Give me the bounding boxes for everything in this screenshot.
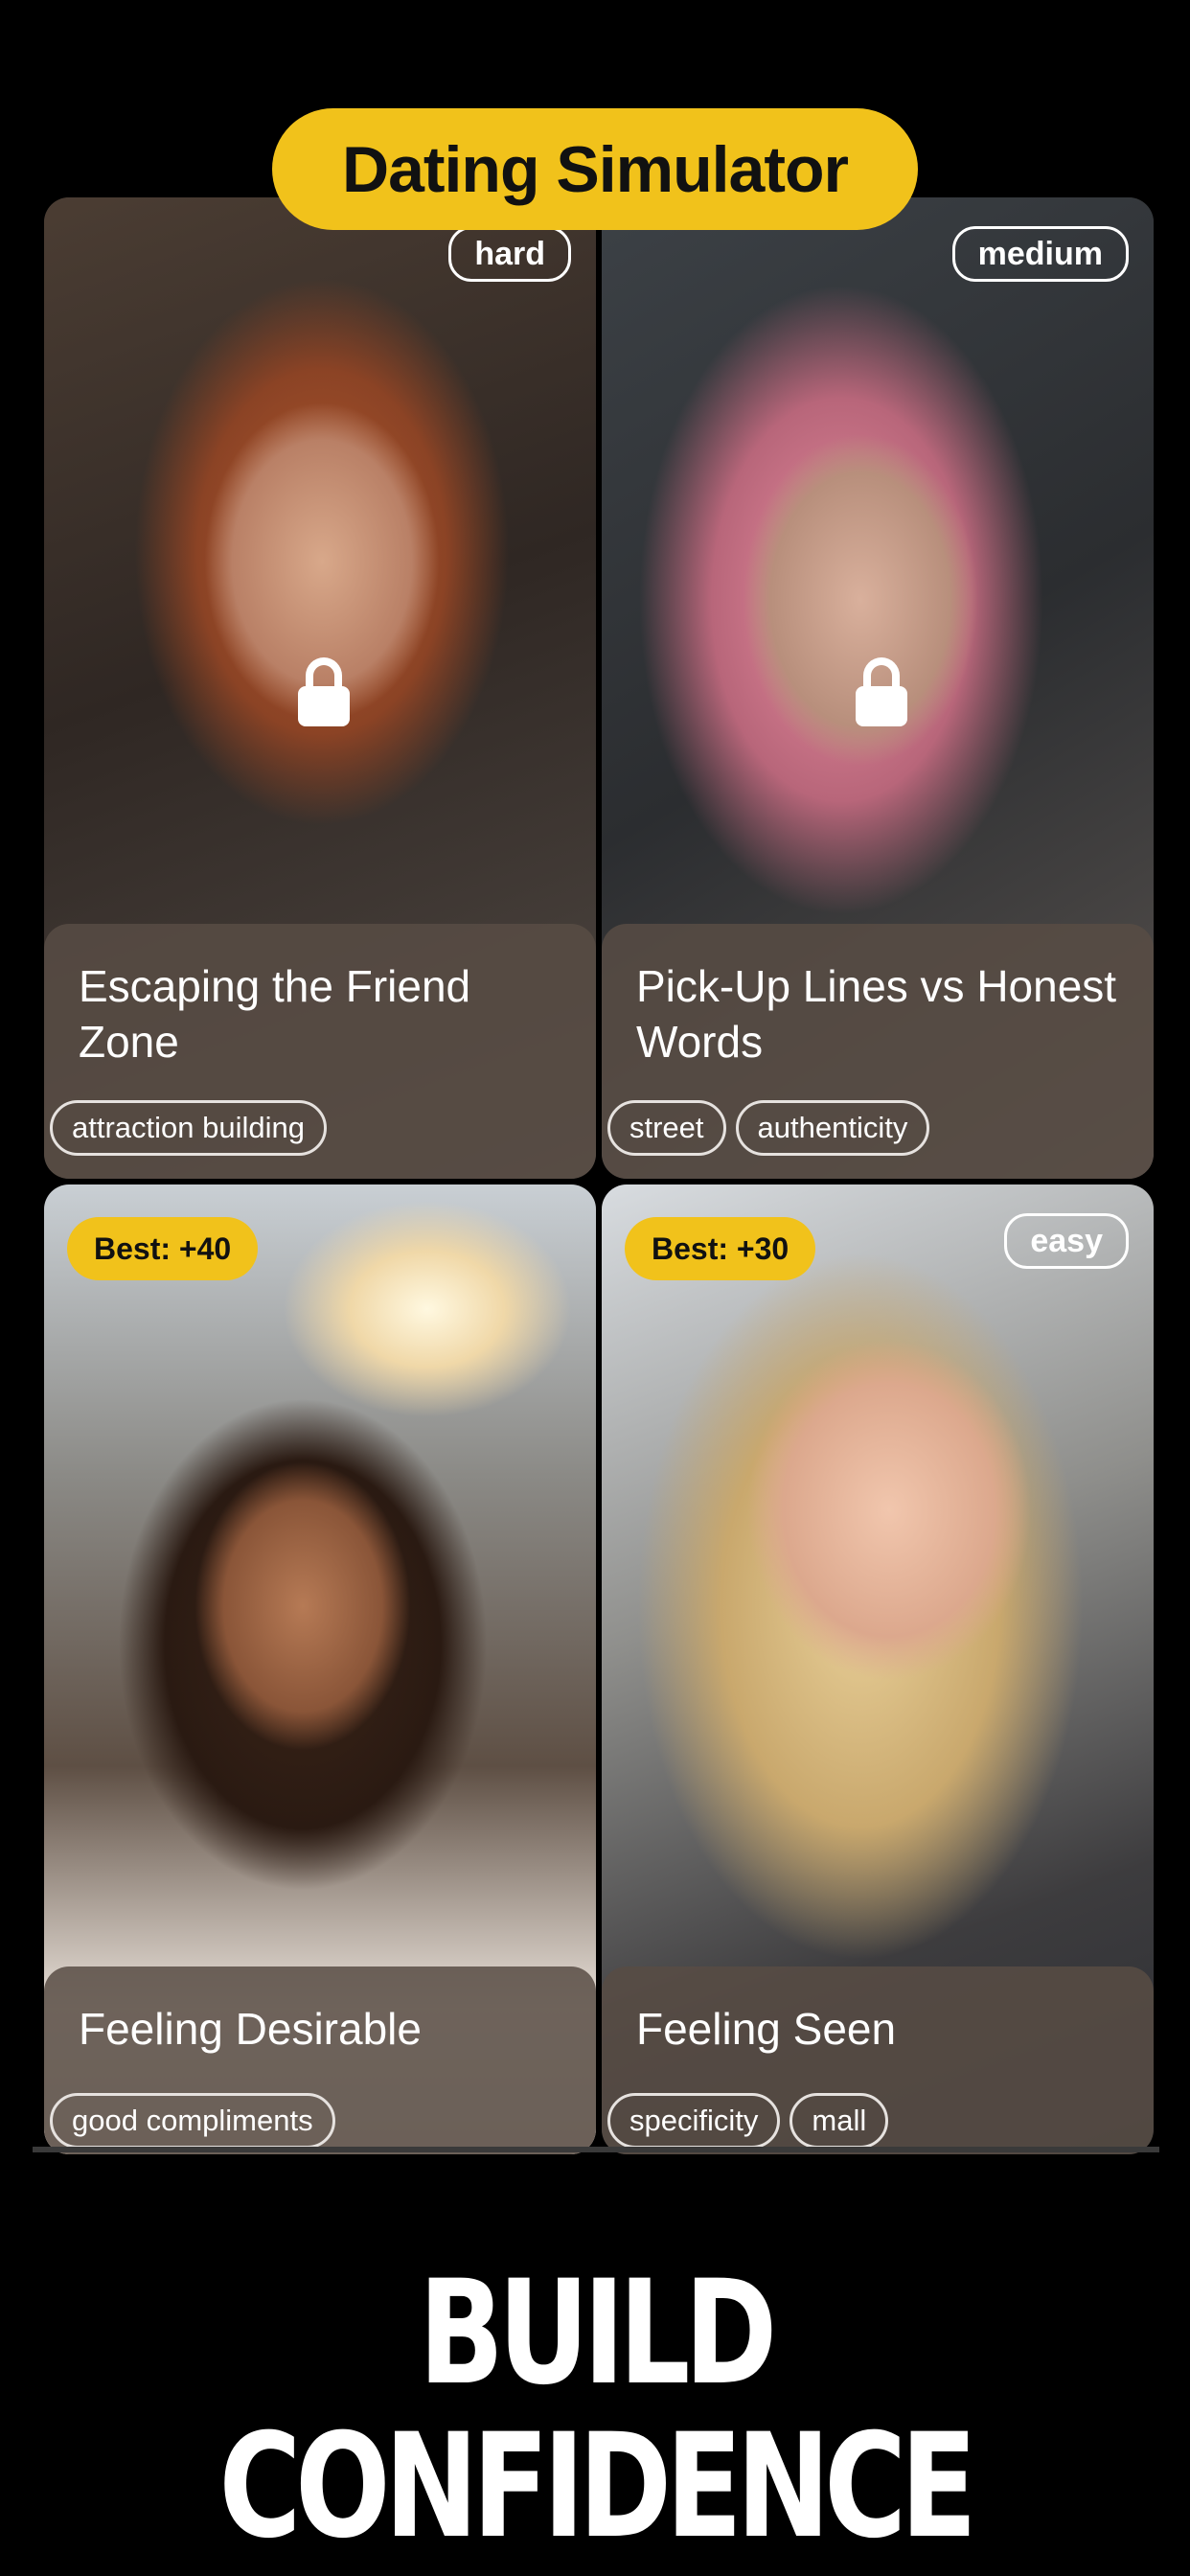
lock-icon [856, 657, 907, 726]
scenario-info: Pick-Up Lines vs Honest Words street aut… [602, 924, 1154, 1179]
lock-icon [298, 657, 350, 726]
best-score-badge: Best: +40 [67, 1217, 259, 1280]
scenario-card-feeling-desirable[interactable]: Best: +40 Feeling Desirable good complim… [44, 1184, 596, 2154]
scenario-title: Feeling Desirable [79, 2004, 422, 2054]
promo-slogan: BUILD CONFIDENCE [218, 2250, 976, 2570]
scenario-info: Feeling Desirable good compliments [44, 1966, 596, 2154]
scenario-title: Pick-Up Lines vs Honest Words [636, 961, 1117, 1067]
scenario-grid: hard Escaping the Friend Zone attraction… [44, 197, 1154, 2154]
scenario-tag: attraction building [50, 1100, 327, 1156]
scenario-tag: mall [790, 2093, 889, 2149]
difficulty-badge: easy [1004, 1213, 1129, 1269]
divider [33, 2147, 1159, 2152]
scenario-info: Feeling Seen specificity mall [602, 1966, 1154, 2154]
app-title: Dating Simulator [272, 108, 918, 230]
scenario-tag: specificity [607, 2093, 781, 2149]
scenario-tag: street [607, 1100, 726, 1156]
best-score-badge: Best: +30 [625, 1217, 816, 1280]
scenario-title: Feeling Seen [636, 2004, 897, 2054]
scenario-card-pickup-lines[interactable]: medium Pick-Up Lines vs Honest Words str… [602, 197, 1154, 1179]
difficulty-badge: hard [448, 226, 571, 282]
scenario-card-friend-zone[interactable]: hard Escaping the Friend Zone attraction… [44, 197, 596, 1179]
scenario-info: Escaping the Friend Zone attraction buil… [44, 924, 596, 1179]
scenario-card-feeling-seen[interactable]: Best: +30 easy Feeling Seen specificity … [602, 1184, 1154, 2154]
scenario-tag: good compliments [50, 2093, 335, 2149]
scenario-tag: authenticity [735, 1100, 930, 1156]
difficulty-badge: medium [951, 226, 1129, 282]
scenario-title: Escaping the Friend Zone [79, 961, 471, 1067]
